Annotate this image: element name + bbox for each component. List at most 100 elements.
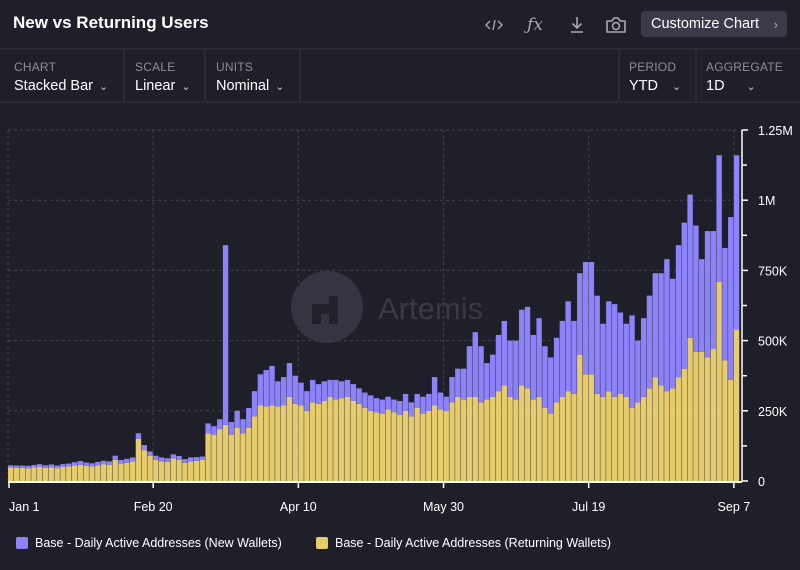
bar-new	[327, 379, 333, 397]
bar-new	[466, 346, 473, 397]
bar-returning	[536, 396, 542, 481]
bar-returning	[379, 413, 386, 481]
chevron-down-icon: ⌄	[275, 81, 285, 93]
bar-new	[211, 426, 217, 435]
bar-returning	[89, 466, 95, 481]
bar-new	[170, 454, 177, 459]
bar-returning	[222, 424, 229, 481]
scale-select[interactable]: SCALE Linear ⌄	[135, 50, 191, 103]
period-value: YTD	[629, 78, 658, 94]
bar-returning	[693, 351, 699, 481]
bar-returning	[211, 434, 217, 481]
bar-new	[315, 384, 322, 404]
bar-new	[124, 458, 130, 463]
bar-returning	[629, 407, 635, 481]
bar-returning	[664, 391, 670, 481]
bar-returning	[489, 396, 496, 481]
bar-new	[460, 368, 467, 400]
bar-new	[675, 245, 682, 378]
bar-returning	[397, 415, 403, 481]
bar-new	[716, 155, 722, 282]
function-icon[interactable]: ƒx	[522, 12, 548, 38]
bar-new	[484, 363, 490, 400]
bar-returning	[606, 391, 612, 481]
bar-returning	[257, 405, 264, 481]
bar-returning	[135, 438, 142, 481]
bar-new	[519, 309, 525, 386]
bar-returning	[158, 461, 165, 481]
bar-returning	[19, 467, 26, 481]
bar-new	[658, 273, 664, 386]
bar-new	[205, 423, 211, 434]
bar-returning	[577, 354, 583, 481]
bar-new	[228, 422, 235, 435]
download-icon[interactable]	[564, 12, 590, 38]
bar-new	[449, 377, 455, 403]
bar-returning	[176, 459, 182, 481]
bar-returning	[118, 463, 124, 481]
bar-returning	[338, 398, 345, 481]
bar-returning	[640, 396, 647, 481]
bar-new	[135, 433, 142, 439]
bar-returning	[687, 337, 693, 481]
bar-new	[652, 273, 658, 378]
code-icon[interactable]	[481, 12, 507, 38]
bar-returning	[66, 466, 72, 481]
bar-new	[333, 379, 339, 400]
bar-returning	[466, 396, 473, 481]
bar-returning	[193, 460, 200, 481]
bar-returning	[48, 467, 55, 481]
bar-new	[524, 306, 531, 389]
bar-new	[344, 379, 351, 397]
bar-returning	[391, 412, 397, 481]
customize-chart-button[interactable]: Customize Chart ›	[641, 11, 787, 37]
bar-returning	[309, 402, 316, 481]
bar-returning	[669, 388, 676, 481]
bar-new	[629, 315, 635, 408]
bar-returning	[681, 368, 688, 481]
camera-icon[interactable]	[603, 12, 629, 38]
bar-returning	[553, 402, 560, 481]
y-tick-label: 1.25M	[758, 124, 793, 138]
bar-new	[501, 320, 507, 386]
bar-returning	[588, 374, 595, 481]
bar-returning	[292, 403, 298, 481]
bar-new	[594, 295, 600, 394]
chart-type-select[interactable]: CHART Stacked Bar ⌄	[14, 50, 108, 103]
aggregate-select[interactable]: AGGREGATE 1D ⌄	[706, 50, 783, 103]
legend-item-returning[interactable]: Base - Daily Active Addresses (Returning…	[316, 536, 611, 550]
bar-returning	[321, 400, 327, 481]
bar-new	[617, 312, 624, 394]
bar-new	[646, 295, 653, 389]
bar-returning	[31, 467, 37, 481]
bar-new	[710, 231, 717, 350]
period-select[interactable]: PERIOD YTD ⌄	[629, 50, 681, 103]
bar-returning	[449, 402, 455, 481]
units-select[interactable]: UNITS Nominal ⌄	[216, 50, 284, 103]
bar-new	[699, 259, 705, 352]
bar-new	[489, 354, 496, 397]
bar-returning	[205, 433, 211, 481]
bar-returning	[617, 393, 624, 481]
bar-new	[391, 399, 397, 413]
bar-returning	[263, 406, 269, 481]
x-tick-label: Jan 1	[9, 500, 40, 514]
x-tick-label: Apr 10	[280, 500, 317, 514]
bar-new	[681, 222, 688, 369]
legend-label-new: Base - Daily Active Addresses (New Walle…	[35, 536, 282, 550]
bar-new	[368, 395, 374, 411]
y-tick-label: 250K	[758, 405, 788, 419]
bar-new	[577, 273, 583, 355]
bar-returning	[646, 388, 653, 481]
bar-new	[37, 464, 43, 467]
bar-new	[77, 461, 84, 465]
chevron-down-icon: ⌄	[746, 81, 756, 93]
bar-new	[60, 464, 66, 467]
bar-new	[687, 194, 693, 338]
divider	[695, 50, 697, 103]
bar-new	[321, 381, 327, 401]
bar-new	[89, 463, 95, 467]
bar-new	[513, 340, 519, 400]
legend-item-new[interactable]: Base - Daily Active Addresses (New Walle…	[16, 536, 282, 550]
bar-new	[217, 419, 223, 430]
